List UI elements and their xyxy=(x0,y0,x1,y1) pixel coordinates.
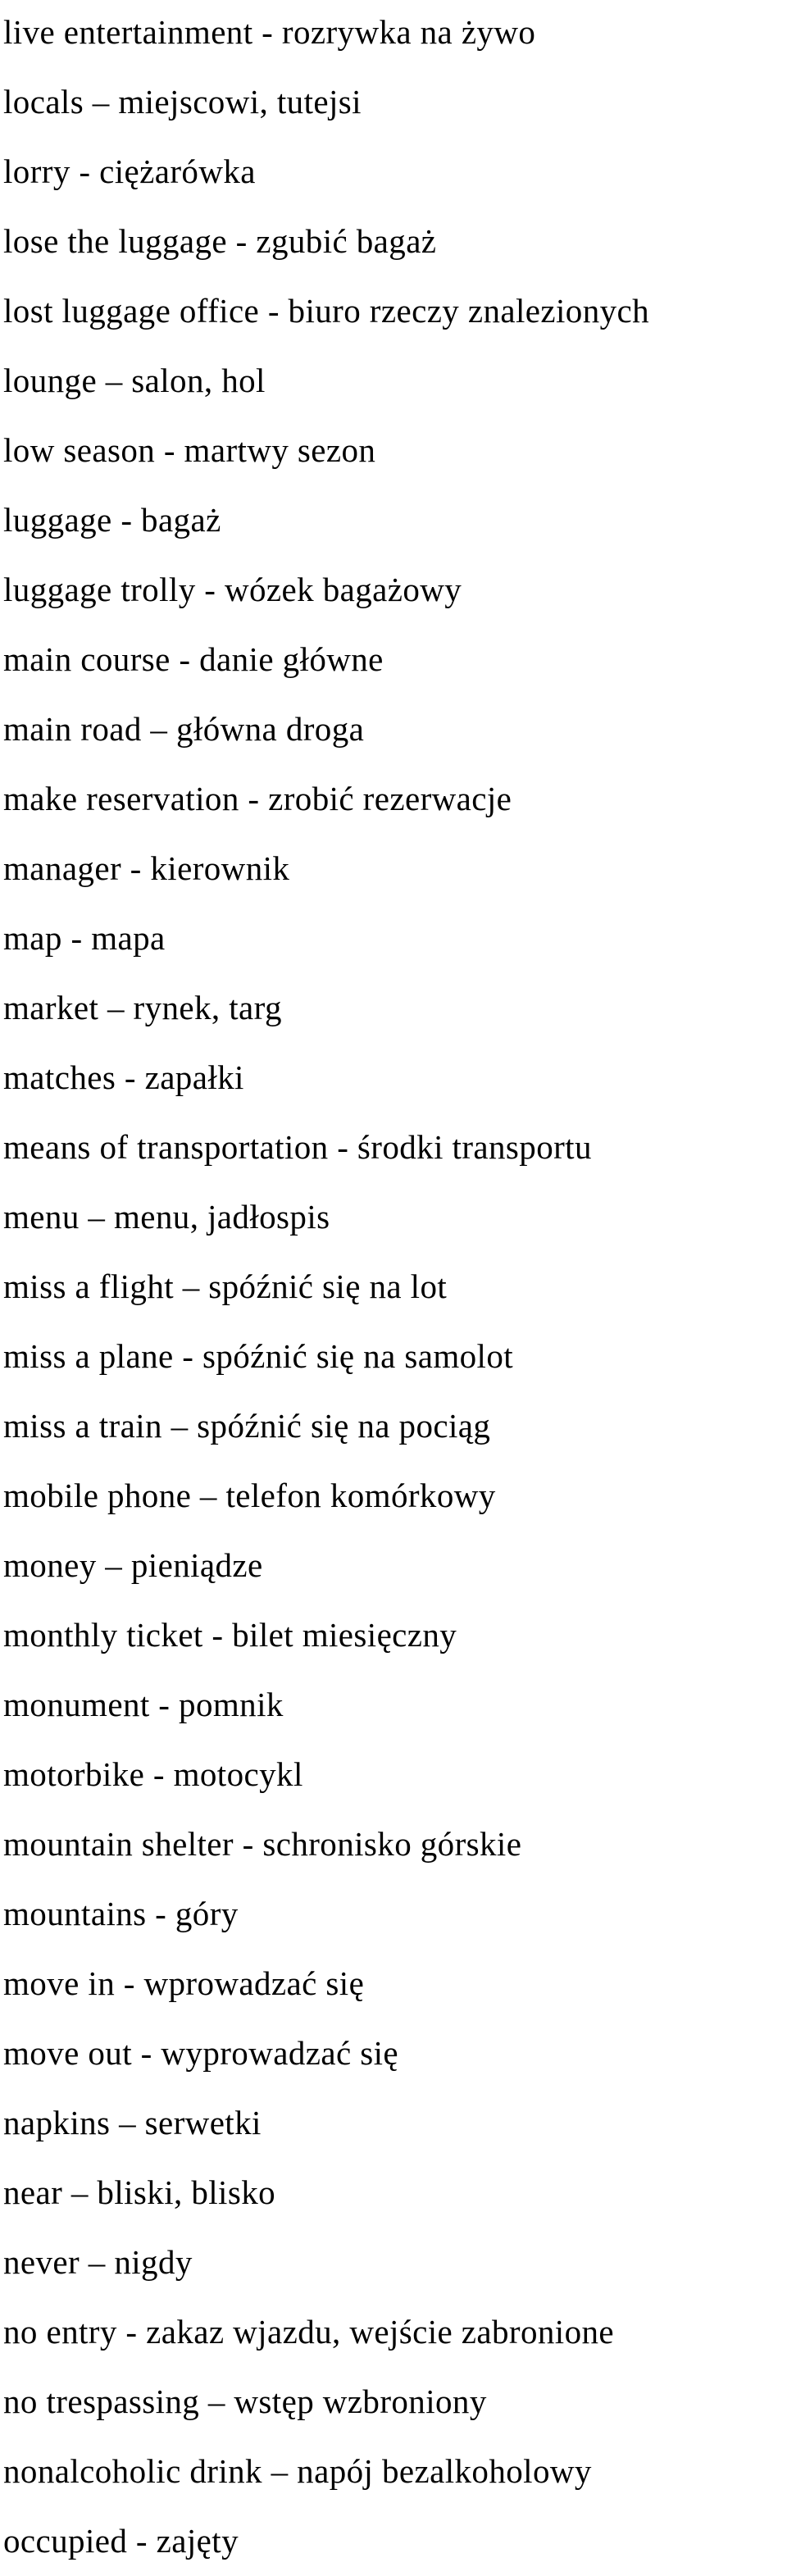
vocabulary-entry: move in - wprowadzać się xyxy=(3,1964,365,2002)
vocabulary-entry: market – rynek, targ xyxy=(3,989,282,1026)
vocabulary-entry: nonalcoholic drink – napój bezalkoholowy xyxy=(3,2452,592,2490)
vocabulary-entry: luggage trolly - wózek bagażowy xyxy=(3,571,462,608)
vocabulary-entry: move out - wyprowadzać się xyxy=(3,2034,398,2072)
document-page: live entertainment - rozrywka na żywo loc… xyxy=(0,0,787,2576)
vocabulary-entry: never – nigdy xyxy=(3,2243,193,2281)
vocabulary-entry: low season - martwy sezon xyxy=(3,431,376,469)
vocabulary-entry: monument - pomnik xyxy=(3,1686,284,1723)
vocabulary-entry: monthly ticket - bilet miesięczny xyxy=(3,1616,457,1654)
vocabulary-entry: luggage - bagaż xyxy=(3,501,221,539)
vocabulary-entry: miss a plane - spóźnić się na samolot xyxy=(3,1337,514,1375)
vocabulary-entry: main course - danie główne xyxy=(3,640,384,678)
vocabulary-entry: mountains - góry xyxy=(3,1895,239,1932)
vocabulary-entry: means of transportation - środki transpo… xyxy=(3,1128,592,1166)
vocabulary-entry: miss a train – spóźnić się na pociąg xyxy=(3,1407,491,1445)
vocabulary-entry: no entry - zakaz wjazdu, wejście zabroni… xyxy=(3,2313,615,2351)
vocabulary-entry: locals – miejscowi, tutejsi xyxy=(3,83,362,121)
vocabulary-entry: no trespassing – wstęp wzbroniony xyxy=(3,2383,487,2420)
vocabulary-entry: money – pieniądze xyxy=(3,1546,263,1584)
vocabulary-entry: occupied - zajęty xyxy=(3,2522,239,2560)
vocabulary-entry: lose the luggage - zgubić bagaż xyxy=(3,222,437,260)
vocabulary-entry: menu – menu, jadłospis xyxy=(3,1198,330,1236)
vocabulary-entry: mountain shelter - schronisko górskie xyxy=(3,1825,522,1863)
vocabulary-entry: miss a flight – spóźnić się na lot xyxy=(3,1268,448,1305)
vocabulary-entry: matches - zapałki xyxy=(3,1058,244,1096)
vocabulary-entry: motorbike - motocykl xyxy=(3,1755,303,1793)
vocabulary-entry: make reservation - zrobić rezerwacje xyxy=(3,780,512,817)
vocabulary-entry: lost luggage office - biuro rzeczy znale… xyxy=(3,292,650,330)
vocabulary-entry-list: live entertainment - rozrywka na żywo loc… xyxy=(0,0,787,2576)
vocabulary-entry: manager - kierownik xyxy=(3,849,290,887)
vocabulary-entry: lorry - ciężarówka xyxy=(3,152,256,190)
vocabulary-entry: near – bliski, blisko xyxy=(3,2173,276,2211)
vocabulary-entry: live entertainment - rozrywka na żywo xyxy=(3,13,536,51)
vocabulary-entry: main road – główna droga xyxy=(3,710,365,748)
vocabulary-entry: lounge – salon, hol xyxy=(3,362,266,399)
vocabulary-entry: map - mapa xyxy=(3,919,166,957)
vocabulary-entry: mobile phone – telefon komórkowy xyxy=(3,1477,496,1514)
vocabulary-entry: napkins – serwetki xyxy=(3,2104,262,2141)
